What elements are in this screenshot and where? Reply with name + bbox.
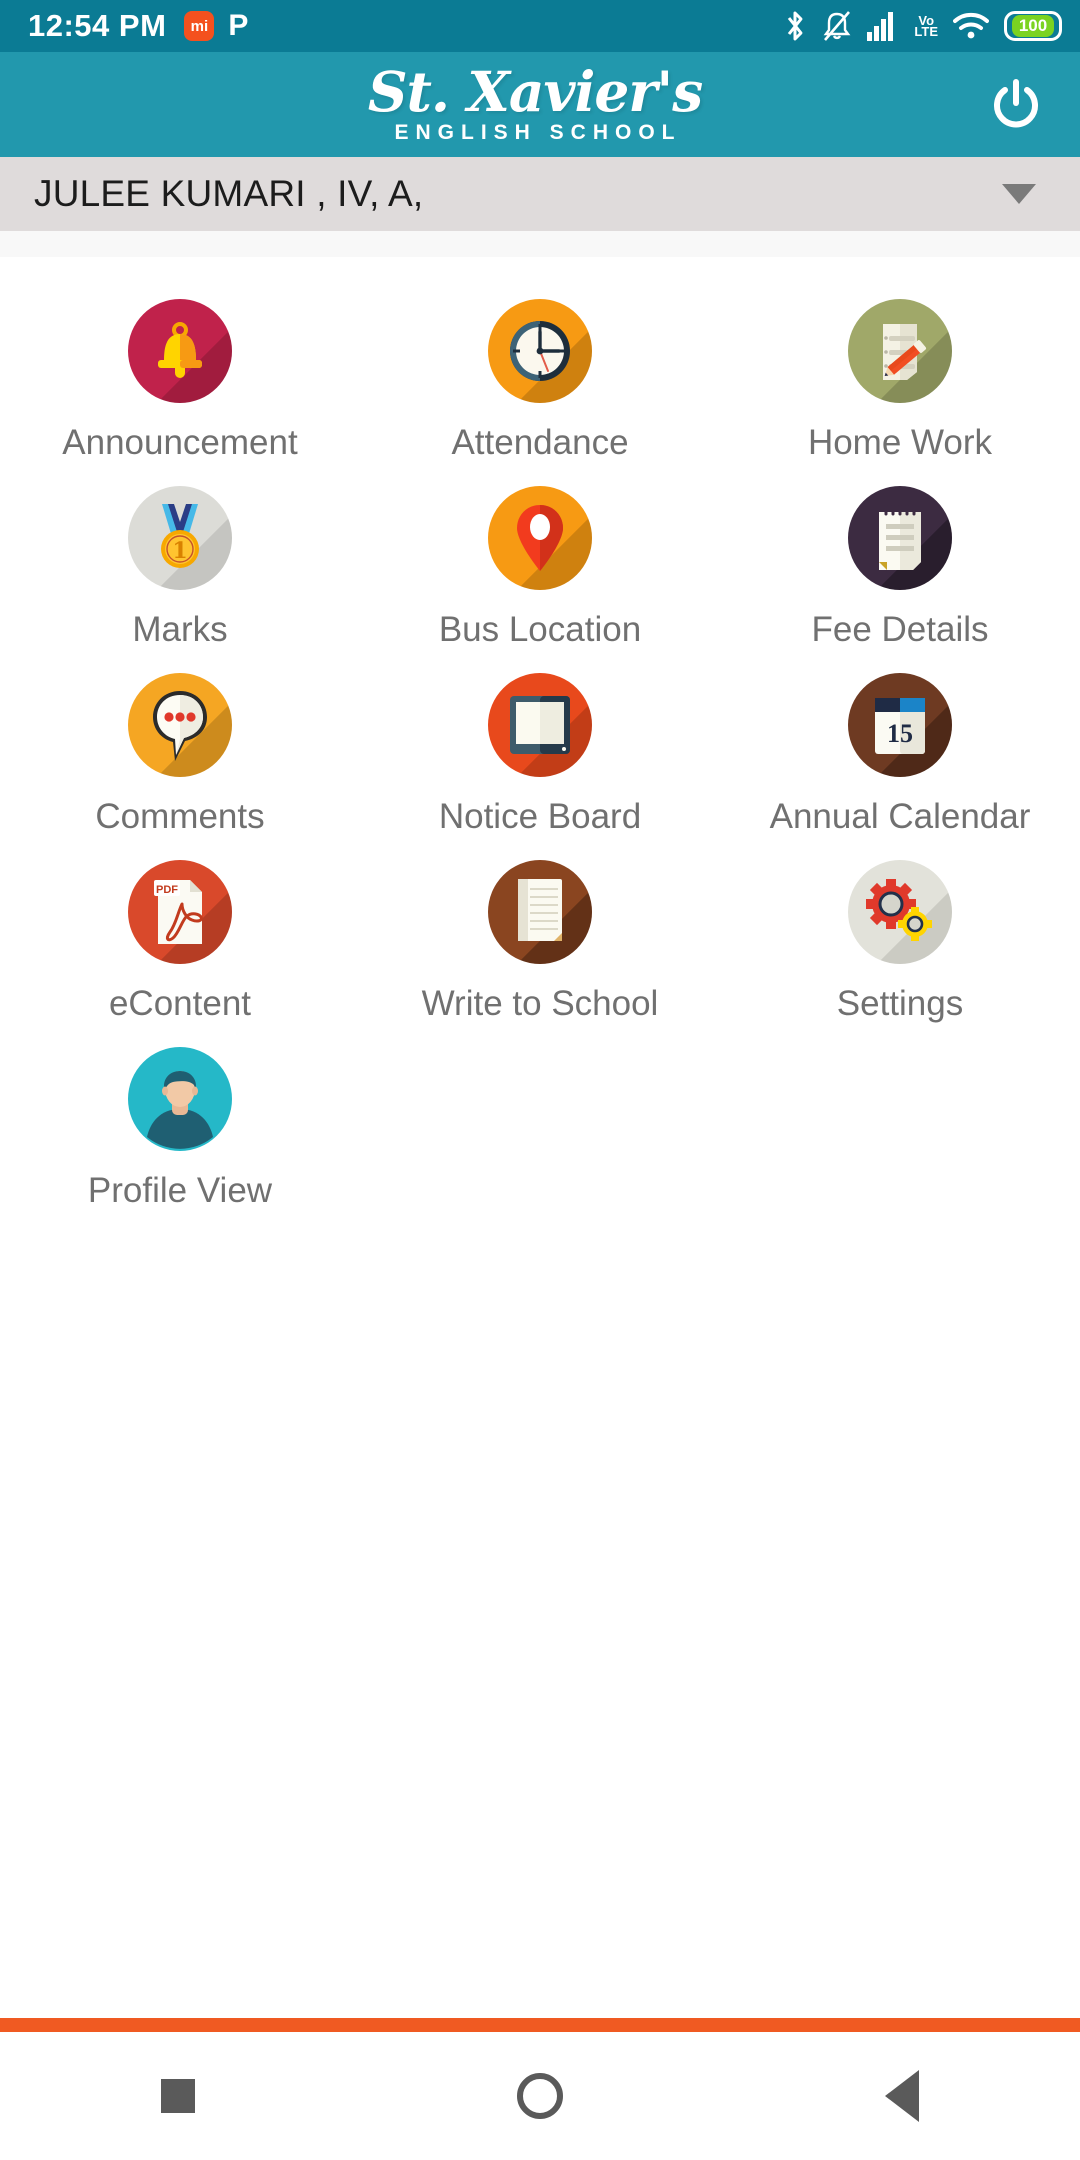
recents-button[interactable] xyxy=(161,2079,195,2113)
status-bar-notification-icons: mi P xyxy=(184,11,248,41)
avatar-icon[interactable] xyxy=(128,1047,232,1151)
grid-item-econtent[interactable]: PDF eContent xyxy=(0,846,360,1033)
map-pin-icon[interactable] xyxy=(488,486,592,590)
home-button[interactable] xyxy=(517,2073,563,2119)
grid-item-announcement[interactable]: Announcement xyxy=(0,285,360,472)
grid-item-comments[interactable]: Comments xyxy=(0,659,360,846)
grid-item-label: Annual Calendar xyxy=(769,797,1031,836)
medal-icon[interactable]: 1 xyxy=(128,486,232,590)
grid-item-label: Profile View xyxy=(87,1171,273,1210)
grid-item-label: Attendance xyxy=(451,423,629,462)
school-logo: St. Xavier's ENGLISH SCHOOL xyxy=(367,59,703,145)
chevron-down-icon[interactable] xyxy=(1002,184,1036,204)
selector-underline-strip xyxy=(0,231,1080,257)
grid-item-annual-calendar[interactable]: 15 Annual Calendar xyxy=(720,659,1080,846)
gears-icon[interactable] xyxy=(848,860,952,964)
grid-item-fee-details[interactable]: Fee Details xyxy=(720,472,1080,659)
notepad-icon[interactable] xyxy=(848,486,952,590)
calendar-day-label: 15 xyxy=(887,719,913,748)
grid-item-label: Comments xyxy=(95,797,265,836)
mi-icon: mi xyxy=(184,11,215,41)
dashboard-grid: Announcement Attendance Home Work 1 Mark… xyxy=(0,257,1080,1220)
tablet-icon[interactable] xyxy=(488,673,592,777)
battery-level-label: 100 xyxy=(1011,15,1055,37)
grid-item-write-to-school[interactable]: Write to School xyxy=(360,846,720,1033)
wifi-icon xyxy=(953,12,989,40)
grid-item-home-work[interactable]: Home Work xyxy=(720,285,1080,472)
mi-icon-label: mi xyxy=(190,17,209,35)
grid-item-profile-view[interactable]: Profile View xyxy=(0,1033,360,1220)
grid-item-label: Bus Location xyxy=(438,610,642,649)
grid-item-label: Announcement xyxy=(62,423,298,462)
back-button[interactable] xyxy=(885,2070,919,2122)
grid-item-label: Notice Board xyxy=(438,797,642,836)
school-name: St. Xavier's xyxy=(367,59,703,124)
grid-item-attendance[interactable]: Attendance xyxy=(360,285,720,472)
student-selector-dropdown[interactable]: JULEE KUMARI , IV, A, xyxy=(0,157,1080,231)
calendar-icon[interactable]: 15 xyxy=(848,673,952,777)
grid-item-label: Home Work xyxy=(807,423,993,462)
status-bar: 12:54 PM mi P Vo LTE 100 xyxy=(0,0,1080,52)
grid-item-label: eContent xyxy=(108,984,252,1023)
signal-bars-icon xyxy=(867,11,899,41)
app-header: St. Xavier's ENGLISH SCHOOL xyxy=(0,52,1080,157)
accent-bar xyxy=(0,2018,1080,2032)
grid-item-label: Settings xyxy=(836,984,964,1023)
power-icon[interactable] xyxy=(986,75,1046,135)
volte-icon: Vo LTE xyxy=(914,14,938,39)
grid-item-notice-board[interactable]: Notice Board xyxy=(360,659,720,846)
android-navigation-bar xyxy=(0,2032,1080,2160)
status-bar-system-icons: Vo LTE 100 xyxy=(783,9,1062,43)
grid-item-label: Write to School xyxy=(421,984,659,1023)
school-subtitle: ENGLISH SCHOOL xyxy=(394,121,682,144)
grid-item-bus-location[interactable]: Bus Location xyxy=(360,472,720,659)
phonepe-icon: P xyxy=(228,9,249,42)
grid-item-marks[interactable]: 1 Marks xyxy=(0,472,360,659)
silent-bell-icon xyxy=(822,9,852,43)
student-selector-value: JULEE KUMARI , IV, A, xyxy=(34,173,424,214)
comment-icon[interactable] xyxy=(128,673,232,777)
bluetooth-icon xyxy=(783,9,807,43)
volte-icon-bottom: LTE xyxy=(914,24,938,39)
grid-item-label: Marks xyxy=(132,610,228,649)
clock-icon[interactable] xyxy=(488,299,592,403)
grid-item-label: Fee Details xyxy=(811,610,989,649)
bell-icon[interactable] xyxy=(128,299,232,403)
notebook-icon[interactable] xyxy=(488,860,592,964)
battery-icon: 100 xyxy=(1004,11,1062,41)
homework-icon[interactable] xyxy=(848,299,952,403)
grid-item-settings[interactable]: Settings xyxy=(720,846,1080,1033)
svg-text:1: 1 xyxy=(172,538,187,564)
status-bar-clock: 12:54 PM xyxy=(28,8,167,43)
pdf-badge-label: PDF xyxy=(156,884,178,896)
pdf-icon[interactable]: PDF xyxy=(128,860,232,964)
